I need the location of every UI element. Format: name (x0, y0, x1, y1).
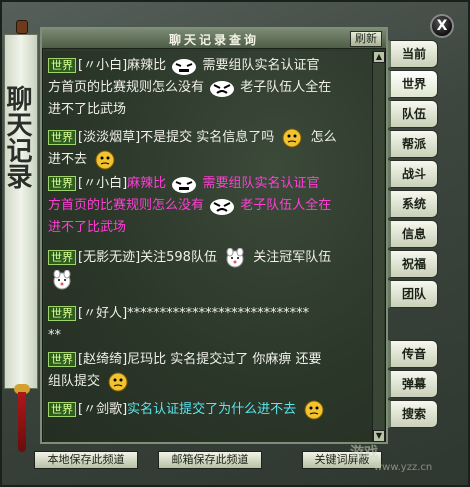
message-text: 关注冠军队伍 (253, 250, 332, 265)
scroll-up-icon[interactable]: ▲ (373, 51, 385, 63)
emoticon-bunny-icon (226, 247, 244, 267)
tab-whisper[interactable]: 传音 (388, 340, 438, 368)
sender-name[interactable]: [淡淡烟草]不是提交 实名信息了吗 (78, 130, 274, 145)
chat-panel: 聊天记录查询 刷新 世界 [〃小白]麻辣比 需要组队实名认证官 方首页的比赛规则怎… (40, 27, 388, 444)
tab-danmaku[interactable]: 弹幕 (388, 370, 438, 398)
emoticon-bunny-icon (53, 269, 71, 289)
emoticon-angry-icon (210, 198, 235, 215)
sender-name[interactable]: [无影无迹]关注598队伍 (78, 250, 217, 265)
tab-guild[interactable]: 帮派 (388, 130, 438, 158)
channel-tag[interactable]: 世界 (48, 306, 76, 321)
message-text: 方首页的比赛规则怎么没有 (48, 198, 205, 213)
tassel (18, 392, 26, 452)
channel-tag[interactable]: 世界 (48, 58, 76, 73)
tab-battle[interactable]: 战斗 (388, 160, 438, 188)
message-text: 实名认证提交了为什么进不去 (127, 402, 297, 417)
sender-name[interactable]: [〃剑歌] (78, 402, 127, 417)
message-text: 老子队伍人全在 (240, 198, 332, 213)
channel-tag[interactable]: 世界 (48, 250, 76, 265)
chat-message: 世界 [〃小白]麻辣比 需要组队实名认证官 方首页的比赛规则怎么没有 老子队伍人全… (48, 173, 370, 239)
close-button[interactable]: X (430, 14, 454, 38)
tab-system[interactable]: 系统 (388, 190, 438, 218)
emoticon-yellow-face-icon (282, 128, 302, 147)
message-text: 需要组队实名认证官 (202, 176, 320, 191)
scroll-title: 聊天记录 (2, 85, 32, 189)
scroll-decoration: 聊天记录 (2, 12, 40, 452)
sender-name-highlight: 麻辣比 (127, 176, 167, 191)
chat-message: 世界 [〃剑歌]实名认证提交了为什么进不去 (48, 399, 370, 421)
save-local-button[interactable]: 本地保存此频道 (34, 451, 138, 469)
channel-tag[interactable]: 世界 (48, 352, 76, 367)
chat-message: 世界 [淡淡烟草]不是提交 实名信息了吗 怎么 进不去 (48, 127, 370, 171)
save-mail-button[interactable]: 邮箱保存此频道 (158, 451, 262, 469)
sender-name[interactable]: [赵绮绮]尼玛比 实名提交过了 你麻痹 还要 (78, 352, 322, 367)
message-text: 方首页的比赛规则怎么没有 (48, 80, 205, 95)
chat-message: 世界 [赵绮绮]尼玛比 实名提交过了 你麻痹 还要 组队提交 (48, 349, 370, 393)
tab-world[interactable]: 世界 (388, 70, 438, 98)
tab-info[interactable]: 信息 (388, 220, 438, 248)
emoticon-angry-icon (210, 80, 235, 97)
message-text: 需要组队实名认证官 (202, 58, 320, 73)
chat-message: 世界 [无影无迹]关注598队伍 关注冠军队伍 (48, 247, 370, 295)
refresh-button[interactable]: 刷新 (350, 31, 382, 47)
message-text: 老子队伍人全在 (240, 80, 332, 95)
channel-tag[interactable]: 世界 (48, 402, 76, 417)
chat-scrollbar[interactable]: ▲ ▼ (372, 51, 385, 442)
emoticon-yellow-face-icon (95, 150, 115, 169)
sender-name[interactable]: [〃好人]**************************** (78, 306, 309, 321)
message-text: 怎么 (310, 130, 337, 145)
message-text: 进不了比武场 (48, 102, 127, 117)
panel-header: 聊天记录查询 刷新 (42, 29, 386, 49)
tab-team[interactable]: 队伍 (388, 100, 438, 128)
emoticon-smirk-icon (172, 58, 197, 75)
message-text: 进不了比武场 (48, 220, 127, 235)
emoticon-yellow-face-icon (108, 372, 128, 391)
tab-current[interactable]: 当前 (388, 40, 438, 68)
tab-blessing[interactable]: 祝福 (388, 250, 438, 278)
watermark-text: 游戏 (350, 445, 378, 461)
tab-group[interactable]: 团队 (388, 280, 438, 308)
scroll-down-icon[interactable]: ▼ (373, 430, 385, 442)
chat-message: 世界 [〃小白]麻辣比 需要组队实名认证官 方首页的比赛规则怎么没有 老子队伍人全… (48, 55, 370, 121)
message-text: 组队提交 (48, 374, 101, 389)
scroll-paper: 聊天记录 (2, 34, 38, 389)
message-text: ** (48, 328, 61, 343)
message-text: 进不去 (48, 152, 88, 167)
watermark-url: www.yzz.cn (374, 462, 433, 473)
emoticon-smirk-icon (172, 176, 197, 193)
emoticon-yellow-face-icon (304, 400, 324, 419)
window-title: 聊天记录查询 (168, 33, 259, 47)
channel-tag[interactable]: 世界 (48, 130, 76, 145)
sender-name[interactable]: [〃小白]麻辣比 (78, 58, 166, 73)
chat-log-window: 聊天记录 X 聊天记录查询 刷新 世界 [〃小白]麻辣比 需要组队实名认证官 方首… (0, 0, 470, 487)
channel-tag[interactable]: 世界 (48, 176, 76, 191)
chat-message: 世界 [〃好人]**************************** ** (48, 303, 370, 347)
scroll-rod-top (16, 20, 28, 34)
tab-search[interactable]: 搜索 (388, 400, 438, 428)
chat-message-list[interactable]: 世界 [〃小白]麻辣比 需要组队实名认证官 方首页的比赛规则怎么没有 老子队伍人全… (44, 51, 372, 442)
sender-name[interactable]: [〃小白] (78, 176, 127, 191)
